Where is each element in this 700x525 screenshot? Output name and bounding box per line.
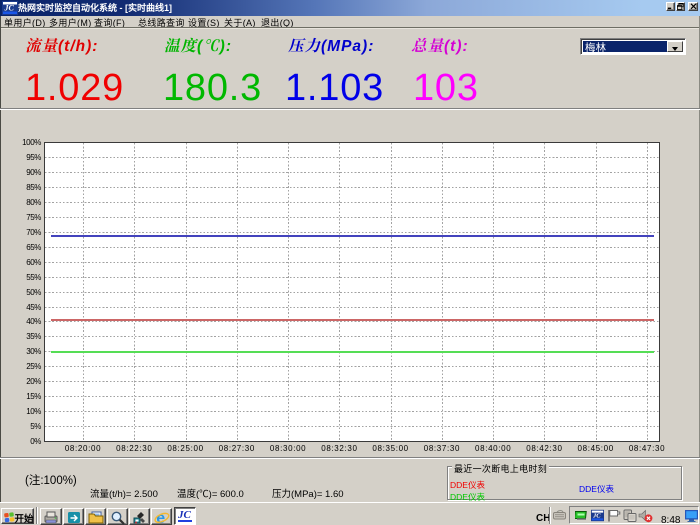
svg-text:JC: JC bbox=[592, 513, 601, 520]
svg-text:JC: JC bbox=[4, 4, 15, 13]
